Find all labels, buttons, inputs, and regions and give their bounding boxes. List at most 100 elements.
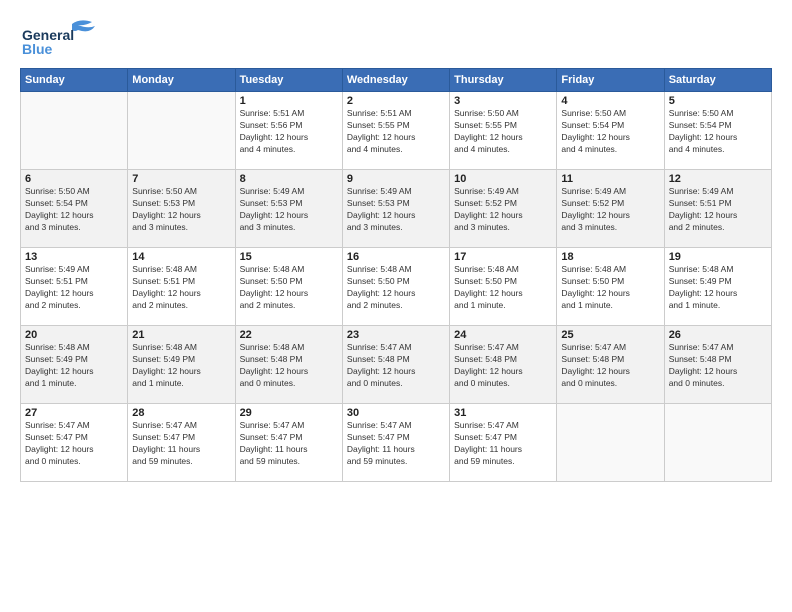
day-number: 12 <box>669 173 767 185</box>
logo: General Blue <box>20 16 120 58</box>
day-header: Friday <box>557 69 664 92</box>
day-cell: 10Sunrise: 5:49 AM Sunset: 5:52 PM Dayli… <box>450 170 557 248</box>
day-info: Sunrise: 5:48 AM Sunset: 5:50 PM Dayligh… <box>240 264 338 312</box>
day-info: Sunrise: 5:50 AM Sunset: 5:53 PM Dayligh… <box>132 186 230 234</box>
day-number: 5 <box>669 95 767 107</box>
day-info: Sunrise: 5:47 AM Sunset: 5:47 PM Dayligh… <box>25 420 123 468</box>
day-number: 16 <box>347 251 445 263</box>
day-cell: 19Sunrise: 5:48 AM Sunset: 5:49 PM Dayli… <box>664 248 771 326</box>
day-number: 13 <box>25 251 123 263</box>
day-info: Sunrise: 5:49 AM Sunset: 5:51 PM Dayligh… <box>25 264 123 312</box>
day-info: Sunrise: 5:49 AM Sunset: 5:52 PM Dayligh… <box>561 186 659 234</box>
day-cell: 29Sunrise: 5:47 AM Sunset: 5:47 PM Dayli… <box>235 404 342 482</box>
day-header: Thursday <box>450 69 557 92</box>
day-info: Sunrise: 5:49 AM Sunset: 5:51 PM Dayligh… <box>669 186 767 234</box>
day-cell: 6Sunrise: 5:50 AM Sunset: 5:54 PM Daylig… <box>21 170 128 248</box>
day-header: Sunday <box>21 69 128 92</box>
week-row: 27Sunrise: 5:47 AM Sunset: 5:47 PM Dayli… <box>21 404 772 482</box>
day-info: Sunrise: 5:48 AM Sunset: 5:50 PM Dayligh… <box>347 264 445 312</box>
day-number: 24 <box>454 329 552 341</box>
day-cell: 17Sunrise: 5:48 AM Sunset: 5:50 PM Dayli… <box>450 248 557 326</box>
day-info: Sunrise: 5:49 AM Sunset: 5:53 PM Dayligh… <box>240 186 338 234</box>
day-info: Sunrise: 5:47 AM Sunset: 5:47 PM Dayligh… <box>454 420 552 468</box>
day-info: Sunrise: 5:48 AM Sunset: 5:50 PM Dayligh… <box>561 264 659 312</box>
day-cell: 25Sunrise: 5:47 AM Sunset: 5:48 PM Dayli… <box>557 326 664 404</box>
day-number: 10 <box>454 173 552 185</box>
day-cell: 11Sunrise: 5:49 AM Sunset: 5:52 PM Dayli… <box>557 170 664 248</box>
day-header: Monday <box>128 69 235 92</box>
day-number: 8 <box>240 173 338 185</box>
day-number: 6 <box>25 173 123 185</box>
header-row: SundayMondayTuesdayWednesdayThursdayFrid… <box>21 69 772 92</box>
day-info: Sunrise: 5:50 AM Sunset: 5:55 PM Dayligh… <box>454 108 552 156</box>
day-cell: 21Sunrise: 5:48 AM Sunset: 5:49 PM Dayli… <box>128 326 235 404</box>
day-info: Sunrise: 5:49 AM Sunset: 5:52 PM Dayligh… <box>454 186 552 234</box>
day-number: 14 <box>132 251 230 263</box>
day-info: Sunrise: 5:48 AM Sunset: 5:51 PM Dayligh… <box>132 264 230 312</box>
day-cell: 27Sunrise: 5:47 AM Sunset: 5:47 PM Dayli… <box>21 404 128 482</box>
day-cell: 14Sunrise: 5:48 AM Sunset: 5:51 PM Dayli… <box>128 248 235 326</box>
day-info: Sunrise: 5:47 AM Sunset: 5:47 PM Dayligh… <box>347 420 445 468</box>
day-cell: 16Sunrise: 5:48 AM Sunset: 5:50 PM Dayli… <box>342 248 449 326</box>
day-cell: 2Sunrise: 5:51 AM Sunset: 5:55 PM Daylig… <box>342 92 449 170</box>
day-number: 11 <box>561 173 659 185</box>
day-number: 1 <box>240 95 338 107</box>
day-cell: 3Sunrise: 5:50 AM Sunset: 5:55 PM Daylig… <box>450 92 557 170</box>
week-row: 1Sunrise: 5:51 AM Sunset: 5:56 PM Daylig… <box>21 92 772 170</box>
day-number: 30 <box>347 407 445 419</box>
day-info: Sunrise: 5:49 AM Sunset: 5:53 PM Dayligh… <box>347 186 445 234</box>
page: General Blue SundayMondayTuesdayWednesda… <box>0 0 792 492</box>
day-cell <box>128 92 235 170</box>
day-cell: 5Sunrise: 5:50 AM Sunset: 5:54 PM Daylig… <box>664 92 771 170</box>
day-cell: 18Sunrise: 5:48 AM Sunset: 5:50 PM Dayli… <box>557 248 664 326</box>
day-number: 23 <box>347 329 445 341</box>
day-info: Sunrise: 5:47 AM Sunset: 5:48 PM Dayligh… <box>669 342 767 390</box>
calendar-table: SundayMondayTuesdayWednesdayThursdayFrid… <box>20 68 772 482</box>
day-info: Sunrise: 5:50 AM Sunset: 5:54 PM Dayligh… <box>561 108 659 156</box>
day-info: Sunrise: 5:48 AM Sunset: 5:50 PM Dayligh… <box>454 264 552 312</box>
day-number: 17 <box>454 251 552 263</box>
header: General Blue <box>20 16 772 58</box>
day-cell: 31Sunrise: 5:47 AM Sunset: 5:47 PM Dayli… <box>450 404 557 482</box>
day-number: 20 <box>25 329 123 341</box>
day-cell: 15Sunrise: 5:48 AM Sunset: 5:50 PM Dayli… <box>235 248 342 326</box>
day-info: Sunrise: 5:51 AM Sunset: 5:55 PM Dayligh… <box>347 108 445 156</box>
logo-svg: General Blue <box>20 16 120 58</box>
day-cell: 8Sunrise: 5:49 AM Sunset: 5:53 PM Daylig… <box>235 170 342 248</box>
svg-text:Blue: Blue <box>22 41 53 57</box>
day-number: 25 <box>561 329 659 341</box>
day-number: 19 <box>669 251 767 263</box>
day-info: Sunrise: 5:51 AM Sunset: 5:56 PM Dayligh… <box>240 108 338 156</box>
day-cell: 9Sunrise: 5:49 AM Sunset: 5:53 PM Daylig… <box>342 170 449 248</box>
day-cell: 7Sunrise: 5:50 AM Sunset: 5:53 PM Daylig… <box>128 170 235 248</box>
day-number: 7 <box>132 173 230 185</box>
day-number: 18 <box>561 251 659 263</box>
day-number: 26 <box>669 329 767 341</box>
day-cell: 26Sunrise: 5:47 AM Sunset: 5:48 PM Dayli… <box>664 326 771 404</box>
day-cell: 4Sunrise: 5:50 AM Sunset: 5:54 PM Daylig… <box>557 92 664 170</box>
day-cell: 1Sunrise: 5:51 AM Sunset: 5:56 PM Daylig… <box>235 92 342 170</box>
day-info: Sunrise: 5:50 AM Sunset: 5:54 PM Dayligh… <box>669 108 767 156</box>
day-cell <box>21 92 128 170</box>
day-info: Sunrise: 5:48 AM Sunset: 5:49 PM Dayligh… <box>132 342 230 390</box>
day-cell <box>557 404 664 482</box>
week-row: 13Sunrise: 5:49 AM Sunset: 5:51 PM Dayli… <box>21 248 772 326</box>
day-cell: 28Sunrise: 5:47 AM Sunset: 5:47 PM Dayli… <box>128 404 235 482</box>
day-number: 27 <box>25 407 123 419</box>
day-info: Sunrise: 5:47 AM Sunset: 5:47 PM Dayligh… <box>132 420 230 468</box>
day-cell <box>664 404 771 482</box>
day-number: 2 <box>347 95 445 107</box>
day-cell: 24Sunrise: 5:47 AM Sunset: 5:48 PM Dayli… <box>450 326 557 404</box>
day-info: Sunrise: 5:47 AM Sunset: 5:48 PM Dayligh… <box>347 342 445 390</box>
day-info: Sunrise: 5:47 AM Sunset: 5:48 PM Dayligh… <box>454 342 552 390</box>
day-header: Saturday <box>664 69 771 92</box>
week-row: 6Sunrise: 5:50 AM Sunset: 5:54 PM Daylig… <box>21 170 772 248</box>
day-info: Sunrise: 5:48 AM Sunset: 5:48 PM Dayligh… <box>240 342 338 390</box>
day-cell: 22Sunrise: 5:48 AM Sunset: 5:48 PM Dayli… <box>235 326 342 404</box>
day-header: Wednesday <box>342 69 449 92</box>
day-number: 4 <box>561 95 659 107</box>
day-cell: 12Sunrise: 5:49 AM Sunset: 5:51 PM Dayli… <box>664 170 771 248</box>
day-info: Sunrise: 5:50 AM Sunset: 5:54 PM Dayligh… <box>25 186 123 234</box>
day-cell: 13Sunrise: 5:49 AM Sunset: 5:51 PM Dayli… <box>21 248 128 326</box>
day-info: Sunrise: 5:47 AM Sunset: 5:48 PM Dayligh… <box>561 342 659 390</box>
